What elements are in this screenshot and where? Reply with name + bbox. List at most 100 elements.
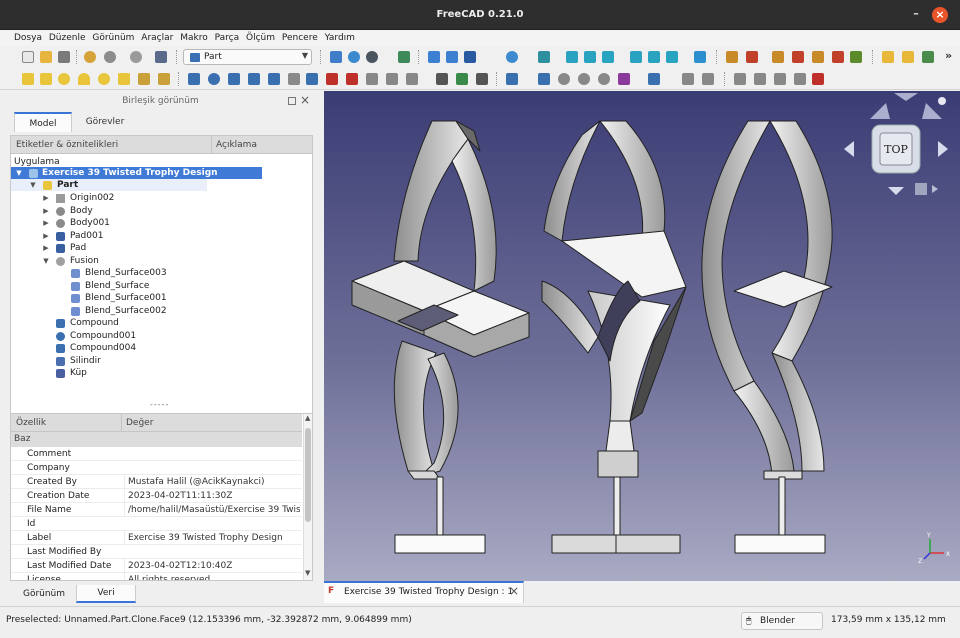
- tab-data-properties[interactable]: Veri: [76, 585, 136, 603]
- part-tool-icon[interactable]: [812, 51, 824, 63]
- make-face-icon[interactable]: [288, 73, 300, 85]
- scroll-down-icon[interactable]: ▼: [305, 569, 310, 577]
- defeaturing-icon[interactable]: [702, 73, 714, 85]
- menu-window[interactable]: Pencere: [279, 30, 319, 46]
- tree-item-compound004[interactable]: Compound004: [11, 342, 312, 354]
- tree-item-pad[interactable]: ▶ Pad: [11, 242, 312, 254]
- tree-item-body[interactable]: ▶ Body: [11, 205, 312, 217]
- property-group-base[interactable]: Baz: [11, 432, 302, 447]
- tree-item-cylinder[interactable]: Silindir: [11, 355, 312, 367]
- section-icon[interactable]: [366, 73, 378, 85]
- tree-item-cube[interactable]: Küp: [11, 367, 312, 379]
- extrude-icon[interactable]: [188, 73, 200, 85]
- tree-item-blend-surface[interactable]: Blend_Surface: [11, 280, 312, 292]
- collapse-arrow-icon[interactable]: ▼: [15, 167, 23, 179]
- forward-arrow-icon[interactable]: [446, 51, 458, 63]
- close-tab-icon[interactable]: ×: [509, 584, 519, 598]
- tab-model[interactable]: Model: [14, 112, 72, 132]
- tree-item-fusion[interactable]: ▼ Fusion: [11, 255, 312, 267]
- fillet-icon[interactable]: [248, 73, 260, 85]
- boolean-icon[interactable]: [506, 73, 518, 85]
- toolbar-overflow-button[interactable]: »: [945, 49, 952, 62]
- expand-arrow-icon[interactable]: ▶: [42, 192, 50, 204]
- whats-this-icon[interactable]: [155, 51, 167, 63]
- close-panel-icon[interactable]: ×: [300, 93, 310, 107]
- tree-column-description[interactable]: Açıklama: [211, 136, 257, 154]
- tab-view-properties[interactable]: Görünüm: [14, 585, 74, 603]
- property-column-name[interactable]: Özellik: [16, 414, 46, 432]
- join-icon[interactable]: [618, 73, 630, 85]
- expand-arrow-icon[interactable]: ▶: [42, 217, 50, 229]
- isometric-view-icon[interactable]: [538, 51, 550, 63]
- property-row[interactable]: Creation Date 2023-04-02T11:11:30Z: [11, 489, 302, 503]
- tree-item-compound[interactable]: Compound: [11, 317, 312, 329]
- save-icon[interactable]: [58, 51, 70, 63]
- front-view-icon[interactable]: [566, 51, 578, 63]
- ruled-surface-icon[interactable]: [306, 73, 318, 85]
- scroll-up-icon[interactable]: ▲: [305, 414, 310, 422]
- tree-item-origin[interactable]: ▶ Origin002: [11, 192, 312, 204]
- cone-icon[interactable]: [78, 73, 90, 85]
- tab-tasks[interactable]: Görevler: [75, 112, 135, 132]
- menu-help[interactable]: Yardım: [322, 30, 356, 46]
- draw-style-icon[interactable]: [366, 51, 378, 63]
- navigation-style-button[interactable]: 🖱 Blender: [741, 612, 823, 630]
- panel-splitter[interactable]: -----: [150, 400, 169, 409]
- thickness-icon[interactable]: [436, 73, 448, 85]
- bounding-box-icon[interactable]: [398, 51, 410, 63]
- part-tool-icon[interactable]: [832, 51, 844, 63]
- tree-item-blend-surface003[interactable]: Blend_Surface003: [11, 267, 312, 279]
- tree-item-blend-surface002[interactable]: Blend_Surface002: [11, 305, 312, 317]
- menu-file[interactable]: Dosya: [11, 30, 43, 46]
- compound-icon[interactable]: [648, 73, 660, 85]
- menu-edit[interactable]: Düzenle: [46, 30, 87, 46]
- property-row[interactable]: Comment: [11, 447, 302, 461]
- property-value[interactable]: Mustafa Halil (@AcikKaynakci): [124, 475, 300, 489]
- menu-tools[interactable]: Araçlar: [138, 30, 174, 46]
- part-tool-icon[interactable]: [850, 51, 862, 63]
- tree-item-document[interactable]: ▼ Exercise 39 Twisted Trophy Design: [11, 167, 262, 179]
- refresh-icon[interactable]: [130, 51, 142, 63]
- trophy-left-model[interactable]: [351, 120, 530, 554]
- back-arrow-icon[interactable]: [428, 51, 440, 63]
- minimize-button[interactable]: –: [908, 7, 924, 23]
- tree-item-compound001[interactable]: Compound001: [11, 330, 312, 342]
- cut-icon[interactable]: [538, 73, 550, 85]
- tree-column-labels[interactable]: Etiketler & öznitelikleri: [16, 136, 118, 154]
- expand-arrow-icon[interactable]: ▶: [42, 230, 50, 242]
- group-folder-icon[interactable]: [902, 51, 914, 63]
- property-value[interactable]: /home/halil/Masaüstü/Exercise 39 Twiste.…: [124, 503, 300, 517]
- property-row[interactable]: Created By Mustafa Halil (@AcikKaynakci): [11, 475, 302, 489]
- property-row[interactable]: Last Modified Date 2023-04-02T12:10:40Z: [11, 559, 302, 573]
- bottom-view-icon[interactable]: [648, 51, 660, 63]
- offset-icon[interactable]: [406, 73, 418, 85]
- top-view-icon[interactable]: [584, 51, 596, 63]
- torus-icon[interactable]: [98, 73, 110, 85]
- tree-item-pad001[interactable]: ▶ Pad001: [11, 230, 312, 242]
- chamfer-icon[interactable]: [268, 73, 280, 85]
- sphere-icon[interactable]: [58, 73, 70, 85]
- property-scrollbar[interactable]: ▲ ▼: [303, 414, 312, 580]
- part-tool-icon[interactable]: [772, 51, 784, 63]
- export-icon[interactable]: [922, 51, 934, 63]
- measure-refresh-icon[interactable]: [774, 73, 786, 85]
- expand-arrow-icon[interactable]: ▶: [42, 242, 50, 254]
- property-value[interactable]: 2023-04-02T11:11:30Z: [124, 489, 300, 503]
- tree-item-blend-surface001[interactable]: Blend_Surface001: [11, 292, 312, 304]
- tube-icon[interactable]: [118, 73, 130, 85]
- shape-builder-icon[interactable]: [158, 73, 170, 85]
- property-value[interactable]: Exercise 39 Twisted Trophy Design: [124, 531, 300, 545]
- rear-view-icon[interactable]: [630, 51, 642, 63]
- left-view-icon[interactable]: [666, 51, 678, 63]
- menu-part[interactable]: Parça: [212, 30, 241, 46]
- workbench-selector[interactable]: Part ▼: [183, 49, 312, 65]
- property-row[interactable]: Last Modified By: [11, 545, 302, 559]
- scrollbar-thumb[interactable]: [305, 428, 311, 522]
- property-value[interactable]: 2023-04-02T12:10:40Z: [124, 559, 300, 573]
- measure-clear-icon[interactable]: [794, 73, 806, 85]
- tree-item-part[interactable]: ▼ Part: [11, 179, 207, 191]
- close-window-button[interactable]: ×: [932, 7, 948, 23]
- sweep-icon[interactable]: [346, 73, 358, 85]
- menu-view[interactable]: Görünüm: [89, 30, 135, 46]
- property-row[interactable]: License All rights reserved: [11, 573, 302, 580]
